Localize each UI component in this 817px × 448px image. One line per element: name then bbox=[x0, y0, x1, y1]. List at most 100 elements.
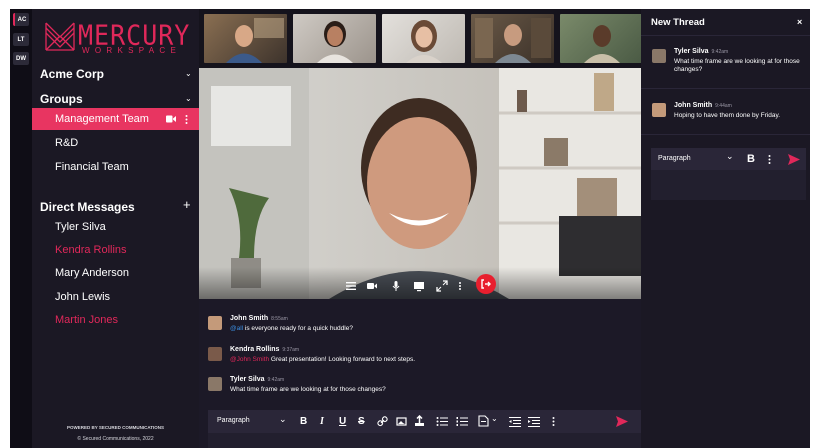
message-time: 8:55am bbox=[271, 316, 288, 322]
dm-item-kendra-rollins[interactable]: Kendra Rollins bbox=[55, 244, 127, 256]
footer-powered: POWERED BY SECURED COMMUNICATIONS bbox=[66, 425, 165, 430]
sidebar-item-management-team[interactable]: Management Team bbox=[32, 108, 199, 130]
sidebar: MERCURY WORKSPACE Acme Corp ⌄ Groups ⌄ M… bbox=[32, 9, 199, 448]
message-time: 9:42am bbox=[711, 49, 729, 55]
thread-editor-toolbar: Paragraph ⌄ B bbox=[651, 148, 806, 170]
indent-icon[interactable] bbox=[528, 416, 540, 427]
microphone-icon[interactable] bbox=[390, 280, 402, 292]
dm-item-martin-jones[interactable]: Martin Jones bbox=[55, 314, 118, 326]
message-text: What time frame are we looking at for th… bbox=[674, 58, 800, 73]
participant-thumbnail[interactable] bbox=[204, 14, 287, 63]
message-text: @all is everyone ready for a quick huddl… bbox=[230, 325, 353, 332]
message-author: Tyler Silva 9:42am bbox=[230, 376, 285, 383]
add-dm-icon[interactable]: + bbox=[183, 197, 191, 212]
editor-toolbar: Paragraph ⌄ B I U S ⌄ bbox=[208, 410, 641, 433]
upload-icon[interactable] bbox=[414, 415, 425, 427]
image-icon[interactable] bbox=[396, 416, 407, 427]
main-participant-photo bbox=[199, 68, 641, 299]
more-vertical-icon[interactable] bbox=[458, 280, 462, 292]
dm-item-tyler-silva[interactable]: Tyler Silva bbox=[55, 221, 106, 233]
format-chevron-down-icon[interactable]: ⌄ bbox=[726, 151, 734, 162]
chat-panel: John Smith 8:55am @all is everyone ready … bbox=[199, 299, 641, 448]
document-icon[interactable] bbox=[478, 415, 489, 427]
groups-heading[interactable]: Groups bbox=[40, 92, 83, 106]
menu-icon[interactable] bbox=[345, 280, 357, 292]
underline-icon[interactable]: U bbox=[339, 416, 346, 427]
dm-item-john-lewis[interactable]: John Lewis bbox=[55, 291, 110, 303]
camera-icon[interactable] bbox=[366, 280, 378, 292]
avatar[interactable] bbox=[652, 103, 666, 117]
call-controls bbox=[199, 267, 641, 299]
participant-strip bbox=[199, 9, 643, 68]
leave-icon bbox=[481, 279, 491, 289]
numbered-list-icon[interactable] bbox=[456, 416, 468, 427]
brand-logo: MERCURY WORKSPACE bbox=[44, 19, 194, 55]
link-icon[interactable] bbox=[377, 416, 388, 427]
message-time: 9:44am bbox=[715, 103, 732, 109]
participant-thumbnail[interactable] bbox=[293, 14, 376, 63]
dm-item-mary-anderson[interactable]: Mary Anderson bbox=[55, 267, 129, 279]
avatar[interactable] bbox=[208, 377, 222, 391]
screen-share-icon[interactable] bbox=[413, 280, 425, 292]
paragraph-format-select[interactable]: Paragraph bbox=[217, 417, 250, 424]
workspace-dw[interactable]: DW bbox=[13, 52, 29, 65]
brand-subtitle: WORKSPACE bbox=[82, 46, 182, 55]
avatar[interactable] bbox=[652, 49, 666, 63]
participant-photo bbox=[584, 25, 620, 63]
bold-icon[interactable]: B bbox=[300, 416, 307, 427]
workspace-ac[interactable]: AC bbox=[13, 13, 29, 26]
message-time: 9:37am bbox=[282, 347, 300, 353]
message-text: @John Smith Great presentation! Looking … bbox=[230, 356, 416, 363]
participant-photo bbox=[406, 20, 442, 63]
footer-copyright: © Secured Communications, 2022 bbox=[77, 436, 154, 442]
sidebar-item-rnd[interactable]: R&D bbox=[55, 137, 78, 149]
message-text: What time frame are we looking at for th… bbox=[230, 386, 386, 393]
bold-icon[interactable]: B bbox=[747, 153, 755, 165]
send-button[interactable] bbox=[616, 416, 628, 427]
avatar[interactable] bbox=[208, 347, 222, 361]
format-chevron-down-icon[interactable]: ⌄ bbox=[279, 414, 287, 425]
message-author: John Smith 8:55am bbox=[230, 315, 288, 322]
participant-thumbnail[interactable] bbox=[382, 14, 465, 63]
outdent-icon[interactable] bbox=[509, 416, 521, 427]
app-window: AC LT DW MERCURY WORKSPACE Acme Corp ⌄ G… bbox=[10, 9, 810, 448]
workspace-lt[interactable]: LT bbox=[13, 33, 29, 46]
mention[interactable]: @John Smith bbox=[230, 356, 269, 363]
sidebar-item-financial-team[interactable]: Financial Team bbox=[55, 161, 129, 173]
participant-photo bbox=[226, 18, 284, 63]
main-video[interactable] bbox=[199, 68, 641, 299]
mercury-logo-icon bbox=[45, 22, 75, 51]
close-icon[interactable]: × bbox=[797, 17, 802, 27]
insert-chevron-down-icon[interactable]: ⌄ bbox=[491, 414, 498, 423]
more-vertical-icon[interactable] bbox=[552, 417, 555, 426]
send-button[interactable] bbox=[788, 154, 800, 165]
italic-icon[interactable]: I bbox=[320, 416, 324, 427]
direct-messages-heading: Direct Messages bbox=[40, 200, 135, 214]
thread-title: New Thread bbox=[651, 17, 705, 28]
message-time: 9:42am bbox=[267, 377, 285, 383]
participant-thumbnail[interactable] bbox=[560, 14, 643, 63]
org-selector[interactable]: Acme Corp bbox=[40, 67, 104, 81]
fullscreen-icon[interactable] bbox=[436, 280, 448, 292]
org-chevron-icon[interactable]: ⌄ bbox=[185, 69, 192, 78]
bullet-list-icon[interactable] bbox=[436, 416, 448, 427]
participant-photo bbox=[475, 18, 551, 63]
strikethrough-icon[interactable]: S bbox=[358, 416, 365, 427]
participant-photo bbox=[317, 21, 353, 63]
more-vertical-icon[interactable] bbox=[185, 115, 188, 124]
thread-message-input[interactable] bbox=[651, 170, 806, 200]
message-author: Kendra Rollins 9:37am bbox=[230, 346, 300, 353]
groups-chevron-icon[interactable]: ⌄ bbox=[185, 94, 192, 103]
more-vertical-icon[interactable] bbox=[768, 155, 771, 164]
thread-panel: New Thread × Tyler Silva 9:42am What time… bbox=[641, 9, 810, 448]
avatar[interactable] bbox=[208, 316, 222, 330]
leave-call-button[interactable] bbox=[476, 274, 496, 294]
paragraph-format-select[interactable]: Paragraph bbox=[658, 155, 691, 162]
mention[interactable]: @all bbox=[230, 325, 243, 332]
message-input[interactable] bbox=[208, 433, 641, 448]
thread-message: John Smith 9:44am Hoping to have them don… bbox=[641, 89, 810, 135]
video-camera-icon[interactable] bbox=[166, 115, 176, 123]
participant-thumbnail[interactable] bbox=[471, 14, 554, 63]
thread-header: New Thread × bbox=[641, 9, 810, 36]
message-author: Tyler Silva 9:42am bbox=[674, 48, 729, 55]
